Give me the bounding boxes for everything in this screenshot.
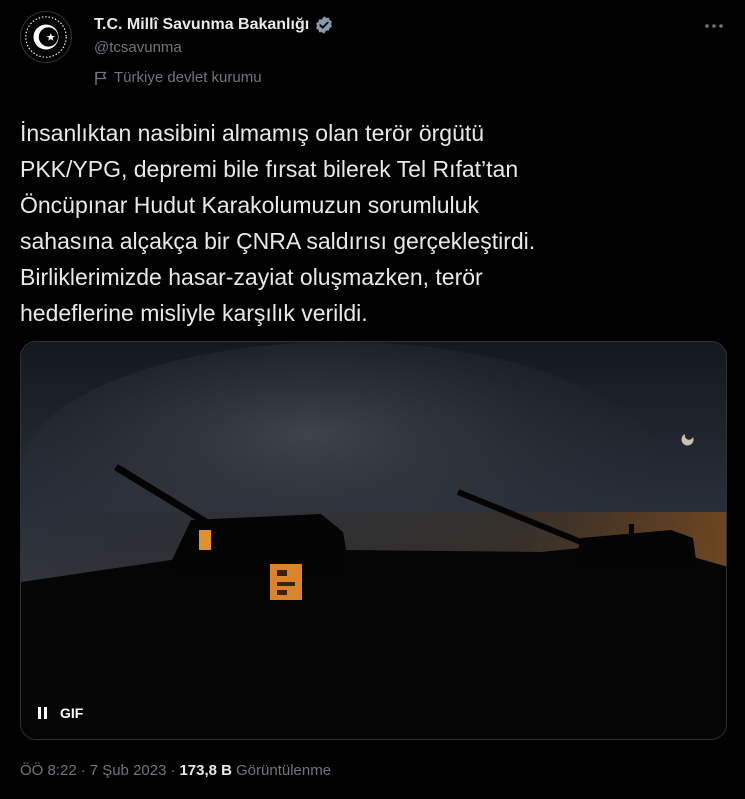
meta-separator: · <box>170 762 176 779</box>
views-label: Görüntülenme <box>236 762 332 779</box>
tweet-media-gif[interactable]: GIF <box>20 341 727 740</box>
tweet-time[interactable]: ÖÖ 8:22 <box>20 762 77 779</box>
affiliation-label: Türkiye devlet kurumu <box>94 69 262 86</box>
flag-icon <box>94 70 108 86</box>
affiliation-text: Türkiye devlet kurumu <box>114 69 262 86</box>
ministry-emblem-icon <box>21 12 71 62</box>
verified-badge-icon[interactable] <box>314 15 334 35</box>
avatar[interactable] <box>20 11 72 63</box>
tweet-text: İnsanlıktan nasibini almamış olan terör … <box>20 120 536 326</box>
tweet-meta: ÖÖ 8:22 · 7 Şub 2023 · 173,8 B Görüntüle… <box>20 762 331 779</box>
tweet-header: T.C. Millî Savunma Bakanlığı @tcsavunma … <box>20 11 725 91</box>
more-options-icon[interactable] <box>703 15 725 37</box>
pause-icon[interactable] <box>38 707 48 719</box>
gif-badge: GIF <box>60 705 84 721</box>
gif-frame <box>21 342 726 739</box>
views-count: 173,8 B <box>179 762 232 779</box>
author-handle[interactable]: @tcsavunma <box>94 39 334 56</box>
tweet-date[interactable]: 7 Şub 2023 <box>90 762 167 779</box>
author-display-name[interactable]: T.C. Millî Savunma Bakanlığı <box>94 16 309 34</box>
meta-separator: · <box>80 762 86 779</box>
gif-controls[interactable]: GIF <box>38 705 83 721</box>
